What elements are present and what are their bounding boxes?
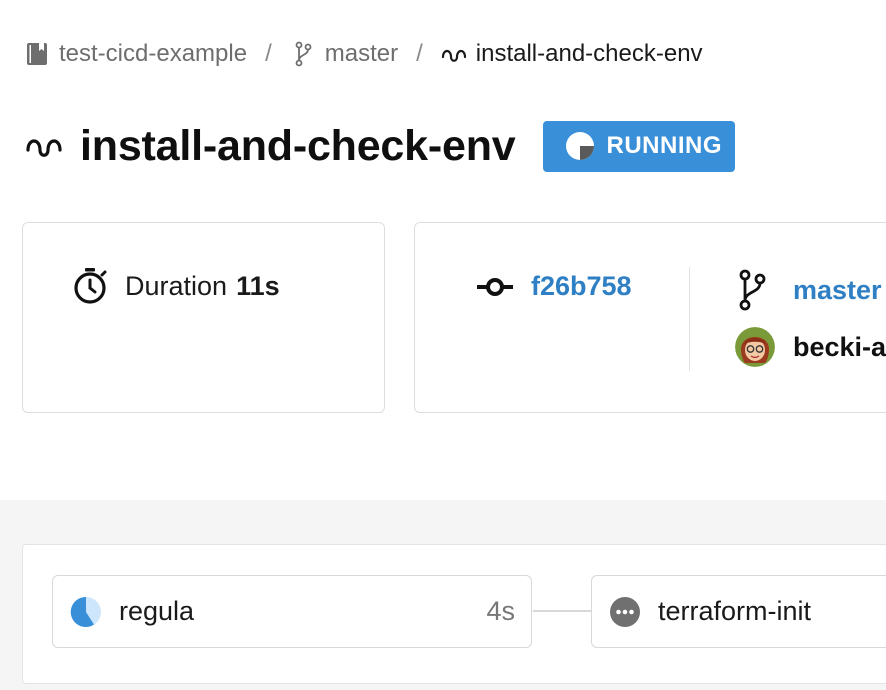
page-title: install-and-check-env [80, 121, 516, 170]
branch-icon [290, 41, 316, 67]
breadcrumb-repo[interactable]: test-cicd-example [24, 40, 247, 68]
divider [689, 267, 690, 371]
commit-card: f26b758 master becki-a [414, 222, 886, 413]
duration-label: Duration [125, 270, 228, 301]
avatar [735, 327, 775, 367]
branch-row: master [737, 269, 882, 311]
author-name: becki-a [793, 331, 886, 362]
duration-card: Duration 11s [22, 222, 385, 413]
breadcrumb-separator: / [265, 40, 272, 67]
workflow-icon [24, 126, 64, 166]
commit-hash-link[interactable]: f26b758 [531, 271, 632, 302]
breadcrumb-workflow-label: install-and-check-env [475, 40, 703, 67]
job-regula[interactable]: regula 4s [52, 575, 532, 648]
stopwatch-icon [71, 267, 109, 305]
running-status-icon [564, 130, 596, 162]
job-connector [533, 610, 591, 612]
pending-status-icon [609, 596, 641, 628]
running-status-icon [70, 596, 102, 628]
title-row: install-and-check-env RUNNING [24, 118, 736, 174]
repo-book-icon [24, 41, 50, 67]
breadcrumb-branch-label: master [324, 40, 399, 67]
commit-icon [475, 275, 515, 299]
duration-value: 11s [236, 270, 280, 301]
job-terraform-init[interactable]: terraform-init [591, 575, 886, 648]
branch-icon [737, 269, 773, 311]
breadcrumb-separator: / [416, 40, 423, 67]
breadcrumb: test-cicd-example / master / install-and… [24, 36, 703, 72]
job-duration: 4s [486, 596, 515, 626]
branch-link[interactable]: master [793, 275, 882, 306]
workflow-icon [441, 41, 467, 67]
commit-row: f26b758 [475, 271, 632, 302]
status-label: RUNNING [606, 132, 722, 159]
breadcrumb-workflow: install-and-check-env [441, 40, 703, 68]
job-name: terraform-init [658, 596, 812, 626]
job-name: regula [119, 596, 195, 626]
status-badge: RUNNING [543, 120, 736, 172]
author-row: becki-a [735, 327, 886, 367]
breadcrumb-branch[interactable]: master [290, 40, 398, 68]
duration-row: Duration 11s [71, 267, 280, 305]
breadcrumb-repo-label: test-cicd-example [59, 40, 248, 67]
